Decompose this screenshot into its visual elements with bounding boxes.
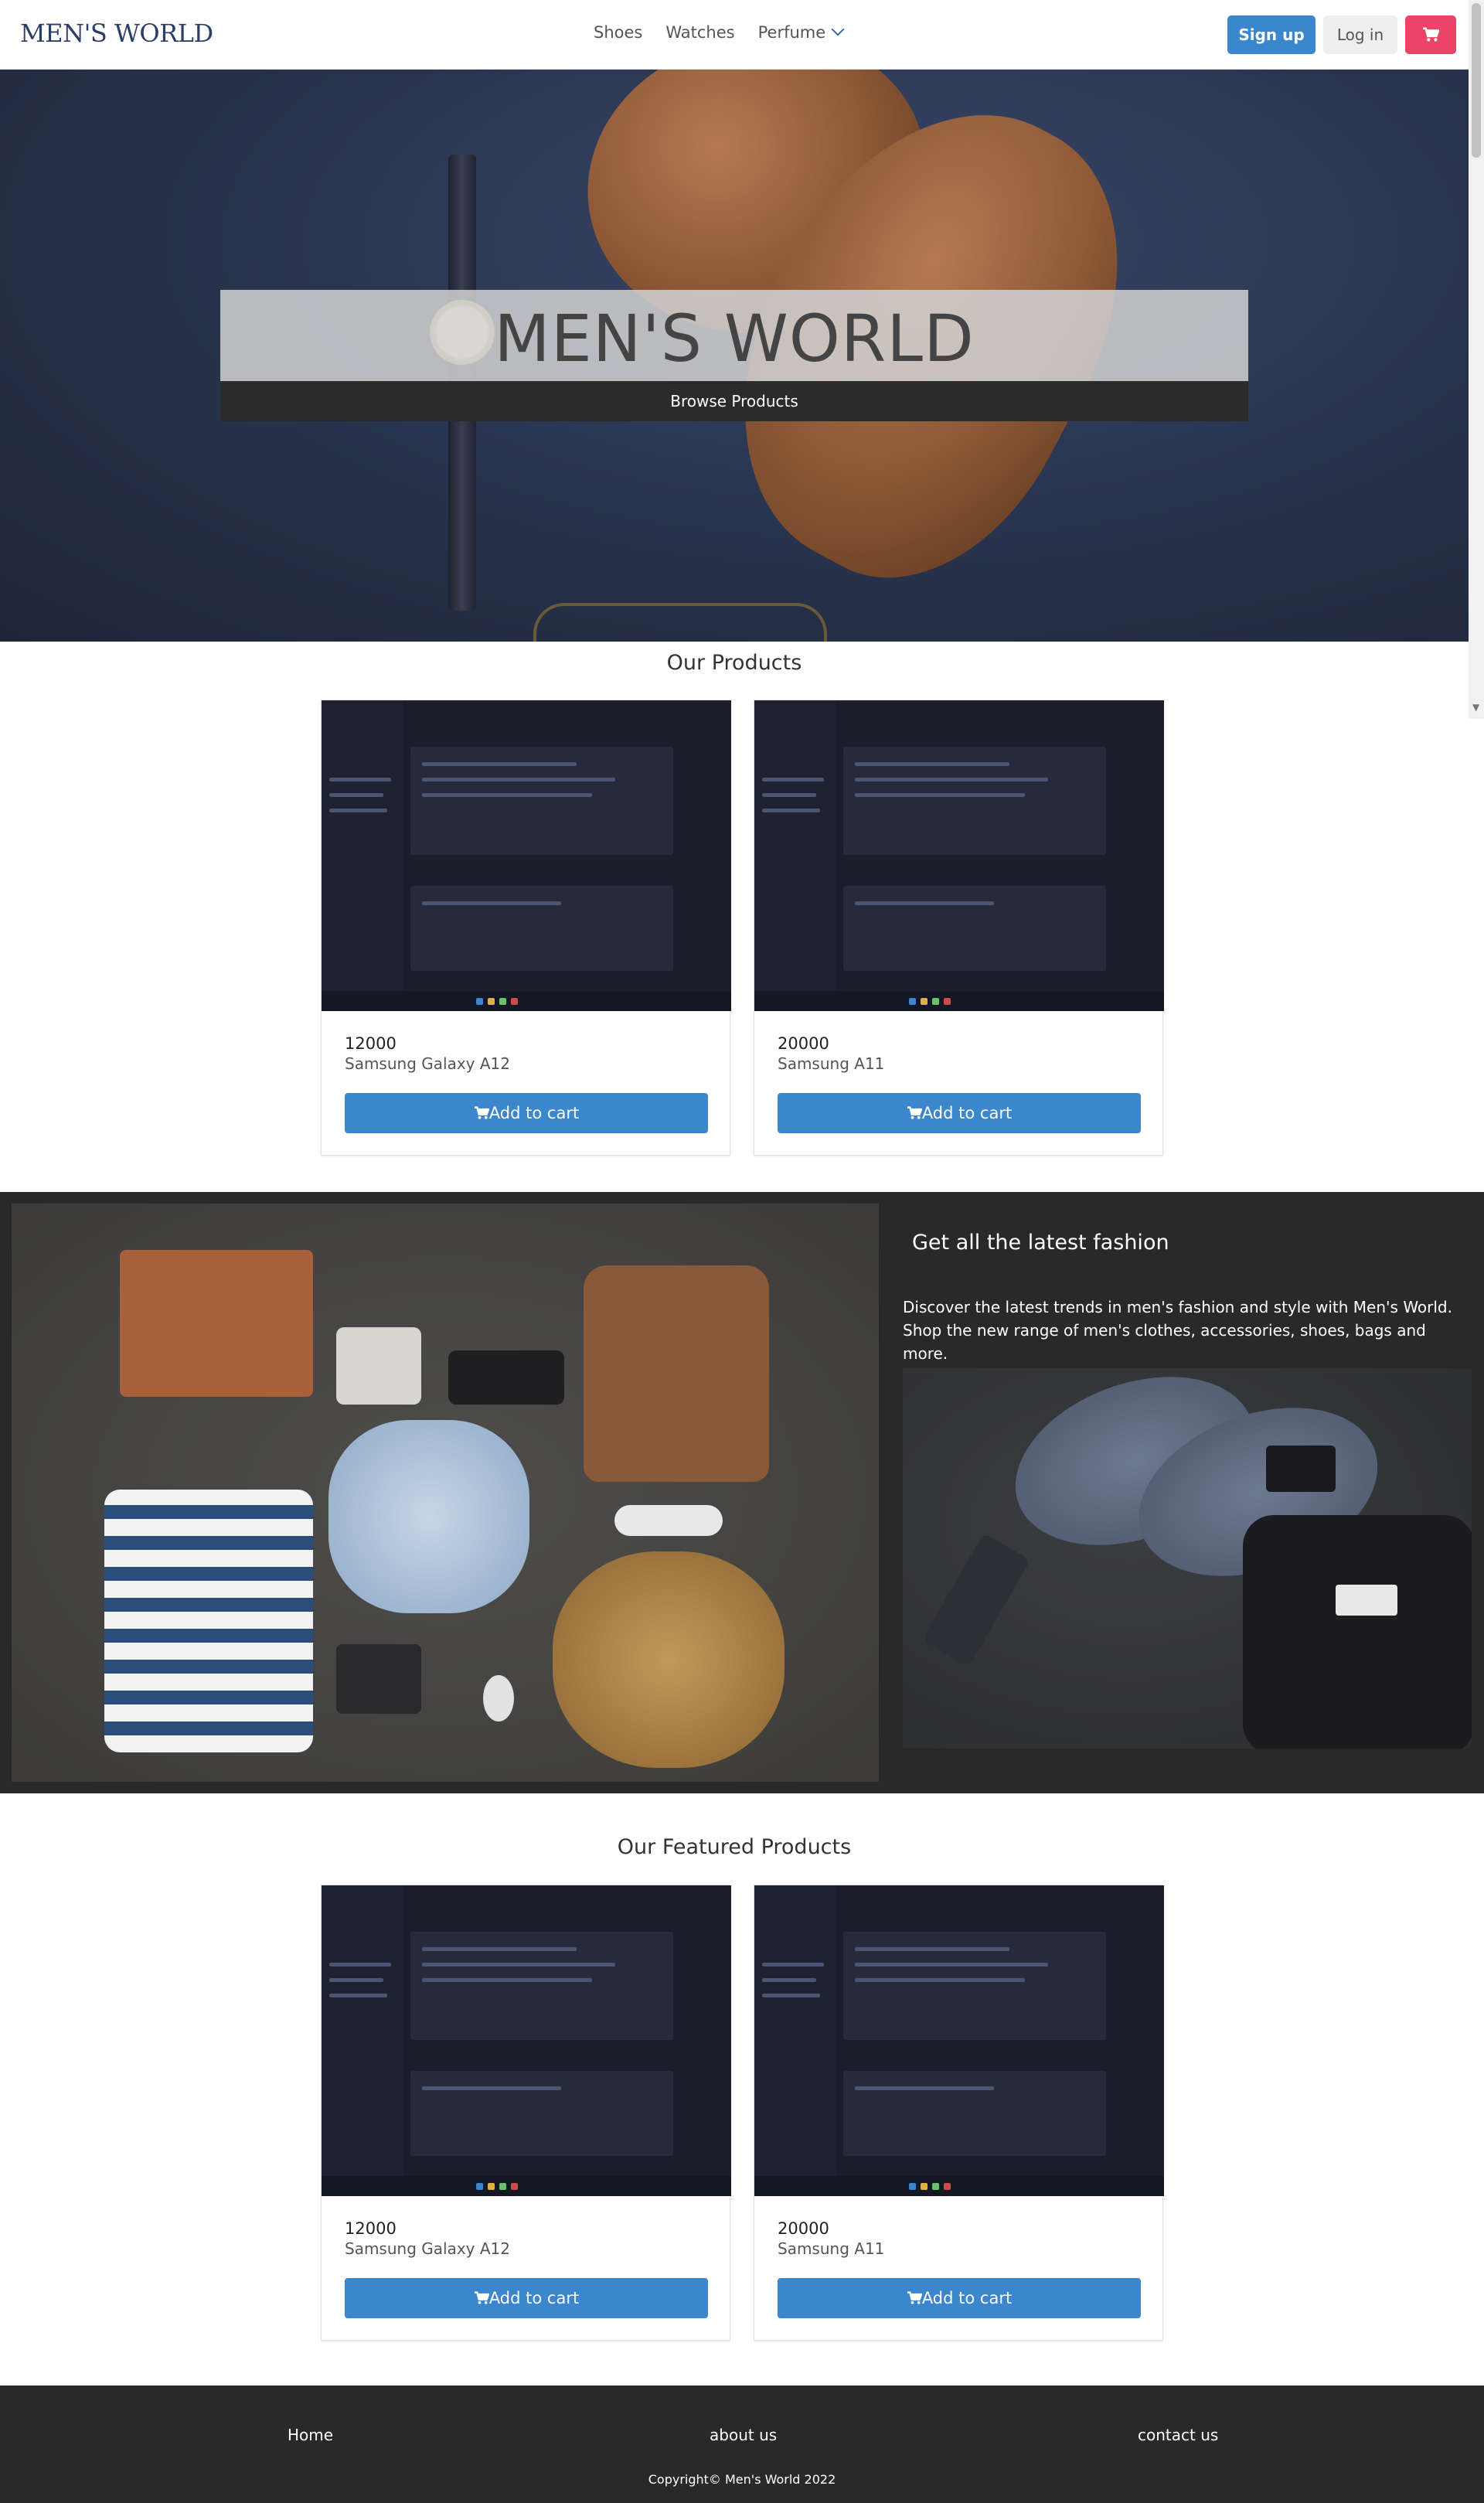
- product-name: Samsung A11: [778, 2239, 885, 2258]
- hero-glasses: [533, 603, 827, 642]
- chevron-down-icon: [831, 22, 845, 36]
- scrollbar[interactable]: ▼: [1469, 0, 1484, 719]
- cart-button[interactable]: [1405, 15, 1456, 54]
- add-to-cart-button[interactable]: Add to cart: [345, 2278, 708, 2318]
- nav-link-perfume[interactable]: Perfume: [757, 22, 845, 42]
- add-to-cart-label: Add to cart: [921, 1104, 1013, 1122]
- hero-banner: MEN'S WORLD Browse Products: [0, 70, 1469, 642]
- product-image[interactable]: [754, 700, 1164, 1011]
- product-price: 20000: [778, 2219, 829, 2238]
- product-price: 12000: [345, 2219, 397, 2238]
- add-to-cart-label: Add to cart: [488, 1104, 580, 1122]
- add-to-cart-label: Add to cart: [488, 2289, 580, 2307]
- footer-link-home[interactable]: Home: [288, 2426, 333, 2444]
- nav-link-perfume-label: Perfume: [757, 23, 826, 42]
- cart-icon: [907, 1106, 922, 1119]
- navbar: MEN'S WORLD Shoes Watches Perfume Sign u…: [0, 0, 1469, 70]
- fashion-heading: Get all the latest fashion: [912, 1231, 1169, 1255]
- cart-icon: [1423, 27, 1439, 42]
- footer: Home about us contact us Copyright© Men'…: [0, 2386, 1484, 2503]
- featured-title: Our Featured Products: [617, 1835, 852, 1859]
- scrollbar-thumb[interactable]: [1472, 3, 1481, 158]
- products-title: Our Products: [666, 651, 802, 675]
- add-to-cart-button[interactable]: Add to cart: [778, 2278, 1141, 2318]
- product-image[interactable]: [754, 1885, 1164, 2196]
- hero-watch-strap-top: [448, 155, 476, 309]
- product-image[interactable]: [322, 1885, 731, 2196]
- scroll-down-icon[interactable]: ▼: [1472, 702, 1479, 713]
- fashion-text: Discover the latest trends in men's fash…: [903, 1298, 1452, 1363]
- add-to-cart-button[interactable]: Add to cart: [345, 1093, 708, 1133]
- featured-card: 20000 Samsung A11 Add to cart: [754, 1885, 1164, 2341]
- copyright: Copyright© Men's World 2022: [648, 2472, 836, 2487]
- flatlay-image: [12, 1204, 879, 1782]
- signup-button[interactable]: Sign up: [1227, 15, 1316, 54]
- product-name: Samsung Galaxy A12: [345, 1054, 510, 1073]
- product-name: Samsung A11: [778, 1054, 885, 1073]
- featured-card: 12000 Samsung Galaxy A12 Add to cart: [321, 1885, 731, 2341]
- hero-title: MEN'S WORLD: [494, 301, 975, 376]
- add-to-cart-button[interactable]: Add to cart: [778, 1093, 1141, 1133]
- add-to-cart-label: Add to cart: [921, 2289, 1013, 2307]
- cart-icon: [474, 1106, 489, 1119]
- nav-link-shoes[interactable]: Shoes: [594, 23, 642, 42]
- nav-link-watches[interactable]: Watches: [665, 23, 734, 42]
- product-card: 20000 Samsung A11 Add to cart: [754, 700, 1164, 1156]
- footer-link-about[interactable]: about us: [710, 2426, 777, 2444]
- browse-products-button[interactable]: Browse Products: [220, 381, 1248, 421]
- login-button[interactable]: Log in: [1323, 15, 1397, 54]
- product-price: 12000: [345, 1034, 397, 1053]
- fashion-section: Get all the latest fashion Discover the …: [0, 1192, 1484, 1793]
- fashion-image: [903, 1368, 1472, 1749]
- cart-icon: [907, 2291, 922, 2304]
- nav-links: Shoes Watches Perfume: [594, 22, 845, 42]
- hero-title-band: MEN'S WORLD: [220, 290, 1248, 381]
- product-price: 20000: [778, 1034, 829, 1053]
- product-card: 12000 Samsung Galaxy A12 Add to cart: [321, 700, 731, 1156]
- logo[interactable]: MEN'S WORLD: [20, 19, 213, 48]
- cart-icon: [474, 2291, 489, 2304]
- product-name: Samsung Galaxy A12: [345, 2239, 510, 2258]
- footer-link-contact[interactable]: contact us: [1138, 2426, 1218, 2444]
- product-image[interactable]: [322, 700, 731, 1011]
